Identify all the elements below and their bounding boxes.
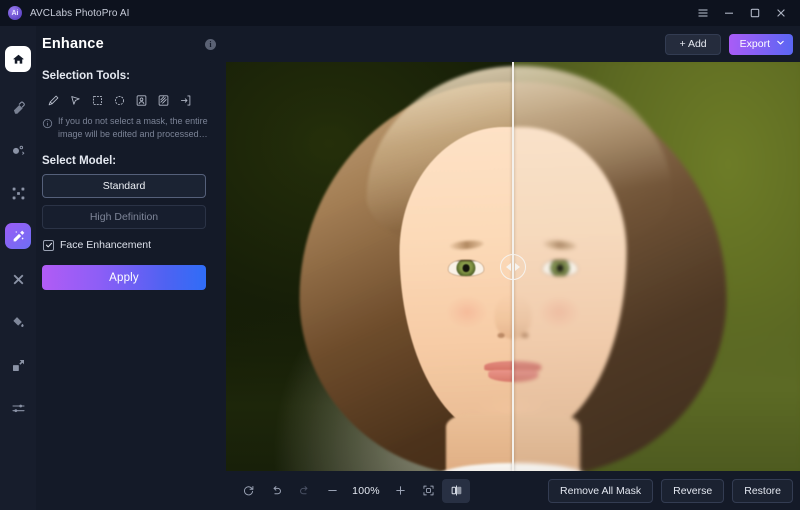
arrow-left-icon xyxy=(506,262,511,271)
zoom-out-button[interactable] xyxy=(318,479,346,503)
apply-button-label: Apply xyxy=(109,271,139,284)
model-option-high-definition[interactable]: High Definition xyxy=(42,205,206,230)
info-icon-glyph: i xyxy=(209,39,212,49)
selection-tools-row xyxy=(42,91,226,110)
bottom-toolbar-right: Remove All Mask Reverse Restore xyxy=(548,478,793,503)
model-option-standard-label: Standard xyxy=(102,180,146,193)
info-icon[interactable]: i xyxy=(205,38,216,50)
selection-tools-label: Selection Tools: xyxy=(42,70,130,82)
zoom-in-button[interactable] xyxy=(386,479,414,503)
sidebar-item-enhance[interactable] xyxy=(5,223,31,249)
compare-slider-handle-icon[interactable] xyxy=(500,253,526,280)
reverse-button[interactable]: Reverse xyxy=(661,478,725,503)
export-button[interactable]: Export xyxy=(728,33,793,55)
fit-to-screen-icon[interactable] xyxy=(414,479,442,503)
reverse-label: Reverse xyxy=(673,484,713,497)
export-button-label: Export xyxy=(739,38,770,50)
model-option-standard[interactable]: Standard xyxy=(42,174,206,199)
redo-icon[interactable] xyxy=(290,479,318,503)
mask-hint-text: If you do not select a mask, the entire … xyxy=(58,116,208,140)
arrow-right-icon xyxy=(515,262,520,271)
rectangle-select-icon[interactable] xyxy=(86,91,108,110)
remove-all-mask-button[interactable]: Remove All Mask xyxy=(548,478,654,503)
ellipse-select-icon[interactable] xyxy=(108,91,130,110)
maximize-icon[interactable] xyxy=(742,2,768,24)
panel-body: Selection Tools: If you do not select a … xyxy=(36,62,226,291)
restore-button[interactable]: Restore xyxy=(732,478,793,503)
bottom-toolbar: 100% Remove All Mask Reverse Restore xyxy=(226,471,800,510)
original-half-overlay xyxy=(513,62,800,471)
body-row: Enhance i Selection Tools: If you do not… xyxy=(0,26,800,510)
bottom-toolbar-left: 100% xyxy=(226,478,470,503)
close-icon[interactable] xyxy=(768,2,794,24)
canvas-wrap xyxy=(226,62,800,471)
app-window: Ai AVCLabs PhotoPro AI Enhance i Selecti… xyxy=(0,0,800,510)
chevron-down-icon xyxy=(776,38,785,50)
model-option-high-definition-label: High Definition xyxy=(89,211,159,224)
sidebar-item-resize[interactable] xyxy=(5,352,31,378)
enhanced-half-overlay xyxy=(226,62,513,471)
stage: + Add Export 100% Remove All Mask Revers… xyxy=(226,26,800,510)
reset-rotate-icon[interactable] xyxy=(234,479,262,503)
sidebar-item-erase[interactable] xyxy=(5,94,31,120)
stage-toolbar: + Add Export xyxy=(226,26,800,62)
app-logo-icon: Ai xyxy=(8,6,22,20)
portrait-select-icon[interactable] xyxy=(130,91,152,110)
add-button-label: + Add xyxy=(679,38,707,50)
page-title: Enhance xyxy=(42,36,104,52)
face-enhancement-row[interactable]: Face Enhancement xyxy=(43,239,226,251)
mask-hint: If you do not select a mask, the entire … xyxy=(42,115,226,141)
info-circle-icon xyxy=(42,116,53,141)
arrow-into-box-icon[interactable] xyxy=(174,91,196,110)
zoom-level: 100% xyxy=(352,484,380,497)
select-model-label: Select Model: xyxy=(42,155,117,168)
undo-icon[interactable] xyxy=(262,479,290,503)
sidebar-item-colorize[interactable] xyxy=(5,309,31,335)
app-logo-text: Ai xyxy=(11,9,19,17)
apply-button[interactable]: Apply xyxy=(42,265,206,291)
title-bar: Ai AVCLabs PhotoPro AI xyxy=(0,0,800,26)
sidebar-item-retouch[interactable] xyxy=(5,266,31,292)
app-title: AVCLabs PhotoPro AI xyxy=(30,7,130,19)
face-enhancement-label: Face Enhancement xyxy=(60,239,152,252)
restore-label: Restore xyxy=(744,484,781,497)
compare-split-icon[interactable] xyxy=(442,478,470,503)
add-button[interactable]: + Add xyxy=(665,33,721,55)
minimize-icon[interactable] xyxy=(716,2,742,24)
tool-panel: Enhance i Selection Tools: If you do not… xyxy=(36,26,226,510)
sidebar-item-adjust[interactable] xyxy=(5,395,31,421)
lasso-pointer-icon[interactable] xyxy=(64,91,86,110)
sidebar-item-background[interactable] xyxy=(5,137,31,163)
mask-pattern-icon[interactable] xyxy=(152,91,174,110)
panel-header: Enhance i xyxy=(36,26,226,62)
remove-all-mask-label: Remove All Mask xyxy=(560,484,642,497)
home-icon[interactable] xyxy=(5,46,31,72)
left-icon-rail xyxy=(0,26,36,510)
face-enhancement-checkbox[interactable] xyxy=(43,239,54,251)
image-preview[interactable] xyxy=(226,62,800,471)
sidebar-item-pixelate[interactable] xyxy=(5,180,31,206)
brush-icon[interactable] xyxy=(42,91,64,110)
hamburger-menu-icon[interactable] xyxy=(690,2,716,24)
